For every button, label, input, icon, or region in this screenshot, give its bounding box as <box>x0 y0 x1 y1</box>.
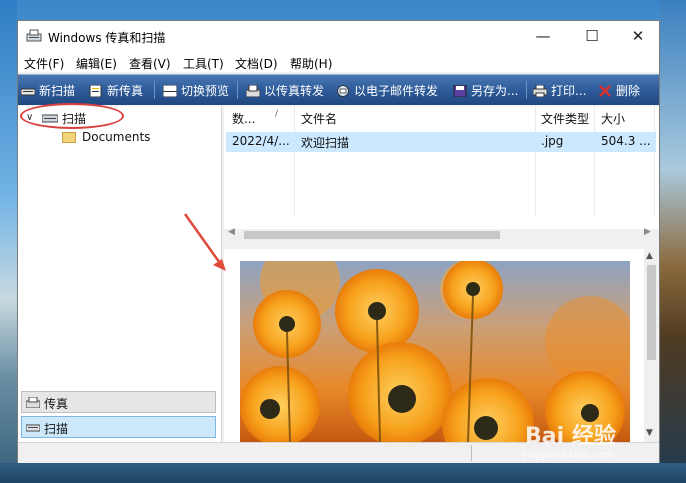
printer-icon <box>533 85 547 97</box>
fax-machine-icon <box>26 397 40 408</box>
close-button[interactable]: ✕ <box>615 21 661 52</box>
scroll-right-arrow-icon[interactable]: ▶ <box>644 227 651 237</box>
new-fax-icon <box>89 85 102 97</box>
fax-machine-icon <box>246 85 260 97</box>
menu-document[interactable]: 文档(D) <box>235 55 278 72</box>
status-divider <box>471 445 472 461</box>
column-header-filename[interactable]: 文件名 <box>301 108 337 130</box>
preview-pane-icon <box>163 85 177 97</box>
forward-as-email-button[interactable]: 以电子邮件转发 <box>336 82 438 98</box>
folder-icon <box>62 132 76 143</box>
scanner-icon <box>21 88 35 96</box>
forward-as-email-label: 以电子邮件转发 <box>354 84 439 98</box>
delete-button[interactable]: 删除 <box>598 82 640 98</box>
tree-item-scan[interactable]: 扫描 <box>62 110 86 127</box>
delete-label: 删除 <box>616 84 641 98</box>
folder-tree-pane: ∨ 扫描 Documents 传真 扫描 <box>18 103 222 442</box>
minimize-button[interactable]: — <box>520 21 566 52</box>
email-forward-icon <box>337 85 349 97</box>
menu-file[interactable]: 文件(F) <box>24 55 64 72</box>
tree-item-documents[interactable]: Documents <box>82 130 150 144</box>
nav-fax-label: 传真 <box>44 397 69 411</box>
scanner-icon <box>26 424 40 432</box>
new-fax-button[interactable]: 新传真 <box>89 82 143 98</box>
maximize-button[interactable]: ☐ <box>569 21 615 52</box>
menu-tools[interactable]: 工具(T) <box>183 55 224 72</box>
save-as-label: 另存为... <box>471 84 519 98</box>
print-button[interactable]: 打印... <box>533 82 586 98</box>
cell-filetype: .jpg <box>541 134 564 148</box>
new-scan-button[interactable]: 新扫描 <box>21 82 75 98</box>
column-divider[interactable] <box>294 106 295 216</box>
fax-scan-window: Windows 传真和扫描 — ☐ ✕ 文件(F) 编辑(E) 查看(V) 工具… <box>17 20 660 463</box>
cell-date: 2022/4/... <box>232 134 290 148</box>
column-divider[interactable] <box>594 106 595 216</box>
nav-fax-button[interactable]: 传真 <box>21 391 216 413</box>
toggle-preview-button[interactable]: 切换预览 <box>163 82 229 98</box>
cell-filename: 欢迎扫描 <box>301 136 350 150</box>
preview-pane: ▲ ▼ <box>224 249 659 442</box>
toggle-preview-label: 切换预览 <box>181 84 230 98</box>
menu-help[interactable]: 帮助(H) <box>290 55 332 72</box>
menu-view[interactable]: 查看(V) <box>129 55 171 72</box>
watermark-url: jingyan.baidu.com <box>522 450 615 461</box>
scanner-icon <box>42 114 58 123</box>
scrollbar-thumb[interactable] <box>244 231 500 239</box>
desktop-wallpaper-right <box>660 0 686 483</box>
nav-scan-button[interactable]: 扫描 <box>21 416 216 438</box>
title-bar[interactable]: Windows 传真和扫描 — ☐ ✕ <box>18 21 659 52</box>
file-list-pane: 数... / 文件名 文件类型 大小 2022/4/... 欢迎扫描 .jpg … <box>224 106 659 241</box>
toolbar-separator <box>154 81 155 99</box>
scrollbar-thumb[interactable] <box>647 265 656 360</box>
forward-as-fax-button[interactable]: 以传真转发 <box>246 82 324 98</box>
fax-scan-app-icon <box>26 29 42 42</box>
new-scan-label: 新扫描 <box>39 84 76 98</box>
column-divider[interactable] <box>654 106 655 216</box>
sort-indicator-icon: / <box>275 109 279 119</box>
menu-bar: 文件(F) 编辑(E) 查看(V) 工具(T) 文档(D) 帮助(H) <box>18 52 659 72</box>
column-header-filetype[interactable]: 文件类型 <box>541 108 589 130</box>
nav-scan-label: 扫描 <box>44 422 69 436</box>
column-header-date[interactable]: 数... <box>232 108 255 130</box>
toolbar-separator <box>526 81 527 99</box>
desktop-wallpaper-left <box>0 0 17 483</box>
new-fax-label: 新传真 <box>107 84 144 98</box>
window-title: Windows 传真和扫描 <box>48 31 166 45</box>
scroll-up-arrow-icon[interactable]: ▲ <box>646 251 653 261</box>
baidu-jingyan-watermark: Bai 经验 <box>525 424 616 449</box>
expand-chevron-icon[interactable]: ∨ <box>26 112 33 123</box>
floppy-disk-icon <box>453 85 467 97</box>
save-as-button[interactable]: 另存为... <box>453 82 518 98</box>
scroll-down-arrow-icon[interactable]: ▼ <box>646 428 653 438</box>
vertical-scrollbar[interactable]: ▲ ▼ <box>644 249 659 442</box>
table-row[interactable] <box>226 132 656 152</box>
delete-x-icon <box>599 85 611 97</box>
column-divider[interactable] <box>535 106 536 216</box>
toolbar: 新扫描 新传真 切换预览 以传真转发 以电子邮件转发 另存为... 打印... … <box>18 74 659 105</box>
desktop-wallpaper-bottom <box>0 463 686 483</box>
forward-as-fax-label: 以传真转发 <box>264 84 325 98</box>
scroll-left-arrow-icon[interactable]: ◀ <box>228 227 235 237</box>
preview-image-orange-flowers <box>240 261 630 442</box>
column-header-size[interactable]: 大小 <box>601 108 625 130</box>
menu-edit[interactable]: 编辑(E) <box>76 55 117 72</box>
cell-size: 504.3 ... <box>601 134 651 148</box>
horizontal-scrollbar[interactable]: ◀ ▶ <box>224 227 659 241</box>
print-label: 打印... <box>551 84 587 98</box>
toolbar-separator <box>237 81 238 99</box>
